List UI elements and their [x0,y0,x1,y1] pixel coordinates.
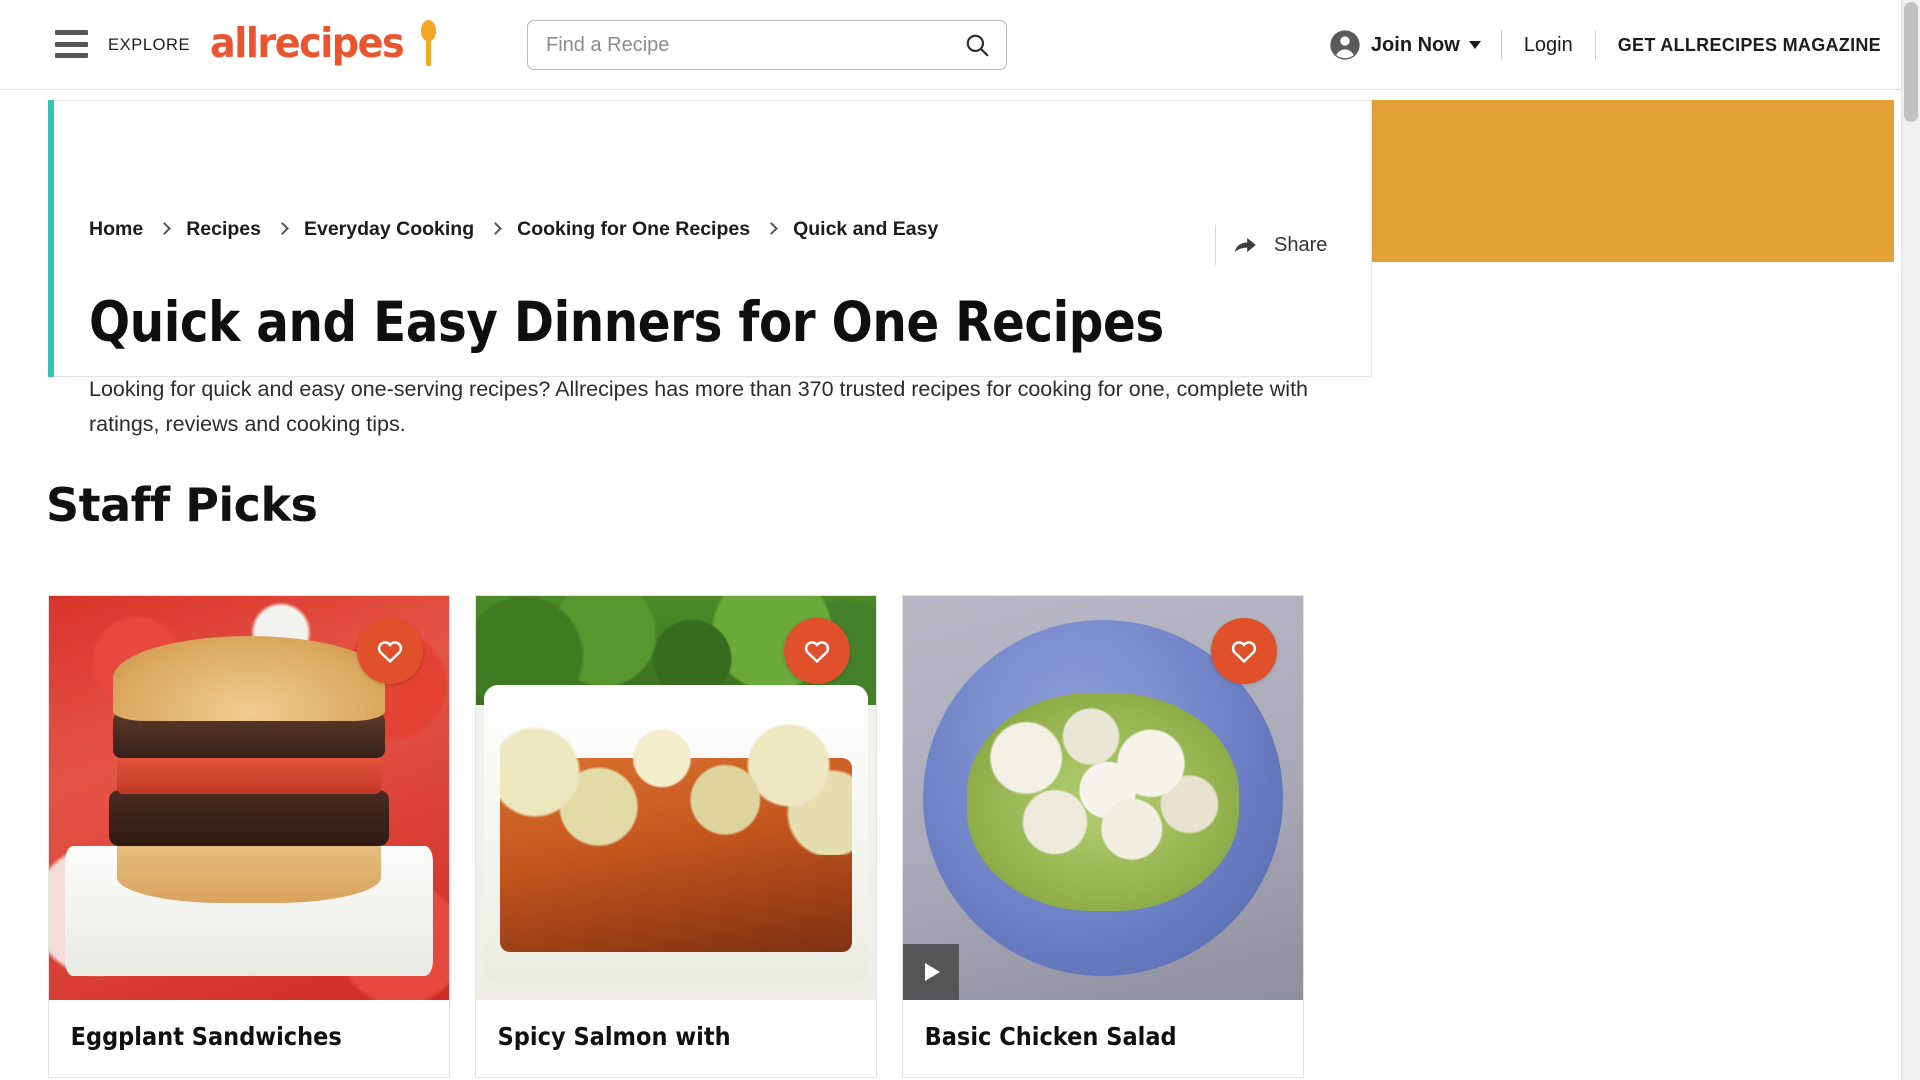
search-container [527,20,1007,70]
search-input[interactable] [528,21,948,69]
play-video-button[interactable] [903,944,959,1000]
recipe-card-title[interactable]: Basic Chicken Salad [903,1000,1263,1077]
breadcrumb-item-quick-and-easy[interactable]: Quick and Easy [793,218,938,241]
play-triangle-icon [925,963,940,981]
breadcrumb: Home Recipes Everyday Cooking Cooking fo… [89,218,938,241]
spoon-icon [420,20,436,66]
divider [1215,225,1216,265]
explore-label[interactable]: EXPLORE [108,36,190,55]
chevron-right-icon [489,222,502,235]
join-now-label: Join Now [1370,33,1460,56]
share-button[interactable]: Share [1215,225,1327,265]
breadcrumb-item-cooking-for-one[interactable]: Cooking for One Recipes [517,218,750,241]
account-circle-icon [1330,30,1360,60]
page-title: Quick and Easy Dinners for One Recipes [89,290,1164,354]
recipe-card-media[interactable] [476,596,876,1000]
staff-picks-card-list: Eggplant Sandwiches Spicy Salmon with Ba… [48,595,1304,1078]
recipe-card-title[interactable]: Spicy Salmon with [476,1000,836,1077]
get-magazine-link[interactable]: GET ALLRECIPES MAGAZINE [1596,35,1881,56]
recipe-card[interactable]: Basic Chicken Salad [902,595,1304,1078]
breadcrumb-item-home[interactable]: Home [89,218,143,241]
favorite-button[interactable] [1211,618,1277,684]
recipe-card[interactable]: Spicy Salmon with [475,595,877,1078]
scrollbar-thumb[interactable] [1904,2,1918,122]
chevron-down-icon [1468,41,1481,49]
chevron-right-icon [158,222,172,235]
join-now-button[interactable]: Join Now [1329,29,1501,61]
hamburger-menu-icon[interactable] [55,30,88,58]
heart-outline-icon [804,641,830,664]
search-box[interactable] [527,20,1007,70]
chevron-right-icon [765,222,778,235]
heart-outline-icon [377,641,403,664]
header-account-area: Join Now Login GET ALLRECIPES MAGAZINE [1329,0,1881,90]
breadcrumb-item-everyday-cooking[interactable]: Everyday Cooking [304,218,474,241]
site-header: EXPLORE allrecipes Find a Recipe Join No… [0,0,1901,90]
login-link[interactable]: Login [1502,34,1595,57]
recipe-card-media[interactable] [49,596,449,1000]
chevron-right-icon [276,222,289,235]
heart-outline-icon [1231,641,1257,664]
logo-text: allrecipes [210,19,405,67]
staff-picks-heading: Staff Picks [46,478,318,532]
teal-accent-bar [48,100,54,377]
recipe-card-title[interactable]: Eggplant Sandwiches [49,1000,409,1077]
share-arrow-icon [1234,237,1256,253]
recipe-card[interactable]: Eggplant Sandwiches [48,595,450,1078]
allrecipes-logo[interactable]: allrecipes [210,14,436,72]
search-icon[interactable] [948,21,1006,69]
breadcrumb-item-recipes[interactable]: Recipes [186,218,261,241]
page-viewport: EXPLORE allrecipes Find a Recipe Join No… [0,0,1901,1080]
recipe-card-media[interactable] [903,596,1303,1000]
favorite-button[interactable] [784,618,850,684]
page-description: Looking for quick and easy one-serving r… [89,377,1309,436]
favorite-button[interactable] [357,618,423,684]
page-scrollbar[interactable] [1901,0,1920,1080]
share-label: Share [1274,233,1328,256]
hero-section: Home Recipes Everyday Cooking Cooking fo… [0,90,1901,436]
